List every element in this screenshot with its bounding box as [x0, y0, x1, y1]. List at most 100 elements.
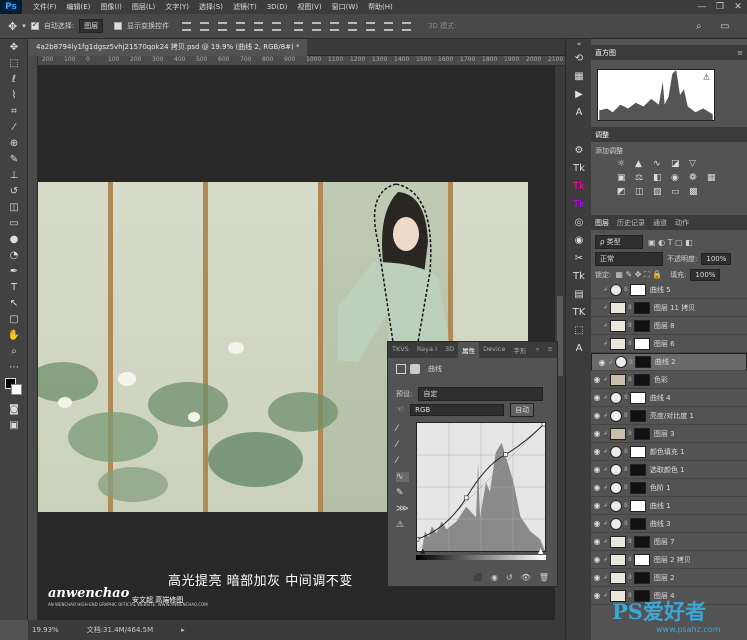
minimize-button[interactable]: —	[693, 0, 711, 14]
layer-row[interactable]: ↲ 8 图层 6	[591, 335, 747, 353]
visibility-eye-icon[interactable]: ◉	[591, 573, 603, 582]
edit-points-icon[interactable]: ∿	[396, 472, 409, 482]
layer-row[interactable]: ◉ ↲ 8 图层 3	[591, 425, 747, 443]
smooth-icon[interactable]: ⋙	[396, 504, 409, 514]
exposure-icon[interactable]: ◪	[671, 159, 687, 169]
link-chain-icon[interactable]: 8	[628, 340, 632, 347]
align-hcenter-icon[interactable]	[254, 21, 264, 31]
brush-tool-icon[interactable]: ✎	[0, 151, 28, 167]
crop-tool-icon[interactable]: ⌗	[0, 103, 28, 119]
layer-row[interactable]: ◉ ↲ 8 亮度/对比度 1	[591, 407, 747, 425]
layer-row[interactable]: ◉ ↲ 8 色阶 1	[591, 479, 747, 497]
filter-pixel-icon[interactable]: ▣ ◐ T ▢ ◧	[648, 238, 693, 247]
quick-select-tool-icon[interactable]: ⌇	[0, 87, 28, 103]
align-right-icon[interactable]	[272, 21, 282, 31]
tk-icon[interactable]: Tk	[566, 159, 592, 177]
layer-mask[interactable]	[629, 409, 646, 422]
align-bottom-icon[interactable]	[218, 21, 228, 31]
gradient-tool-icon[interactable]: ▭	[0, 215, 28, 231]
visibility-eye-icon[interactable]: ◉	[591, 519, 603, 528]
swatch-icon[interactable]: ▦	[566, 67, 592, 85]
tk-icon[interactable]: Tk	[566, 267, 592, 285]
link-chain-icon[interactable]: 8	[629, 359, 633, 366]
close-button[interactable]: ✕	[729, 0, 747, 14]
fill-input[interactable]: 100%	[690, 269, 721, 281]
menu-file[interactable]: 文件(F)	[28, 2, 62, 12]
distribute-left-icon[interactable]	[348, 21, 358, 31]
marquee-tool-icon[interactable]: ⬚	[0, 55, 28, 71]
layer-mask[interactable]	[629, 481, 646, 494]
healing-tool-icon[interactable]: ⊕	[0, 135, 28, 151]
circle-plugin-icon[interactable]: ◎	[566, 213, 592, 231]
actions-icon[interactable]: ▶	[566, 85, 592, 103]
reset-icon[interactable]: ↺	[506, 573, 513, 582]
layer-row[interactable]: ◉ ↲ 8 颜色填充 1	[591, 443, 747, 461]
tab-layers[interactable]: 图层	[595, 218, 609, 228]
link-chain-icon[interactable]: 8	[624, 466, 628, 473]
link-chain-icon[interactable]: 8	[624, 520, 628, 527]
delete-icon[interactable]: 🗑	[539, 573, 549, 582]
link-chain-icon[interactable]: 8	[628, 304, 632, 311]
clipping-warning-icon[interactable]: ⚠	[396, 520, 409, 530]
tab-raya[interactable]: Raya I	[413, 342, 441, 358]
blend-mode-dropdown[interactable]: 正常	[595, 252, 663, 266]
distribute-vcenter-icon[interactable]	[312, 21, 322, 31]
menu-type[interactable]: 文字(Y)	[160, 2, 194, 12]
menu-3d[interactable]: 3D(D)	[262, 3, 293, 11]
tools-plugin-icon[interactable]: ✂	[566, 249, 592, 267]
link-chain-icon[interactable]: 8	[628, 322, 632, 329]
white-point-icon[interactable]: ⁄	[396, 456, 409, 466]
align-top-icon[interactable]	[182, 21, 192, 31]
auto-button[interactable]: 自动	[510, 403, 535, 417]
clone-stamp-tool-icon[interactable]: ⊥	[0, 167, 28, 183]
layer-row[interactable]: ◉ ↲ 8 选取颜色 1	[591, 461, 747, 479]
tk-icon[interactable]: Tk	[566, 195, 592, 213]
menu-image[interactable]: 图像(I)	[95, 2, 127, 12]
layer-row[interactable]: ↲ 8 图层 11 拷贝	[591, 299, 747, 317]
visibility-eye-icon[interactable]: ◉	[591, 411, 603, 420]
distribute-right-icon[interactable]	[384, 21, 394, 31]
photo-filter-icon[interactable]: ◉	[671, 173, 687, 183]
link-chain-icon[interactable]: 8	[628, 376, 632, 383]
tab-channels[interactable]: 通道	[653, 218, 667, 228]
clip-to-layer-icon[interactable]: ⬛	[473, 573, 483, 582]
link-chain-icon[interactable]: 8	[628, 574, 632, 581]
layer-mask[interactable]	[633, 571, 650, 584]
layer-mask[interactable]	[633, 319, 650, 332]
plugin-icon[interactable]: ⚙	[566, 141, 592, 159]
layer-mask[interactable]	[633, 535, 650, 548]
distribute-hcenter-icon[interactable]	[366, 21, 376, 31]
layer-row[interactable]: ◉ ↲ 8 曲线 3	[591, 515, 747, 533]
more-tools-icon[interactable]: ⋯	[0, 359, 28, 375]
visibility-eye-icon[interactable]: ◉	[591, 591, 603, 600]
layer-mask[interactable]	[634, 356, 651, 368]
view-previous-icon[interactable]: ◉	[491, 573, 498, 582]
circle-plugin-icon[interactable]: ◉	[566, 231, 592, 249]
panel-menu-icon[interactable]: ≡	[737, 49, 747, 57]
layer-mask[interactable]	[633, 553, 650, 566]
visibility-eye-icon[interactable]: ◉	[596, 358, 608, 367]
quick-mask-icon[interactable]: ◙	[0, 401, 28, 417]
layer-row[interactable]: ◉ ↲ 8 图层 2 拷贝	[591, 551, 747, 569]
link-chain-icon[interactable]: 8	[624, 286, 628, 293]
layer-row[interactable]: ↲ 8 曲线 5	[591, 281, 747, 299]
layer-mask[interactable]	[629, 463, 646, 476]
tab-adjustments[interactable]: 调整	[595, 130, 609, 140]
link-chain-icon[interactable]: 8	[624, 412, 628, 419]
invert-icon[interactable]: ◩	[617, 187, 633, 197]
channel-mixer-icon[interactable]: ❁	[689, 173, 705, 183]
screen-mode-icon[interactable]: ▣	[0, 417, 28, 433]
hand-tool-icon[interactable]: ✋	[0, 327, 28, 343]
lookup-icon[interactable]: ▦	[707, 173, 723, 183]
panel-menu-icon[interactable]: ≡	[544, 342, 557, 358]
menu-layer[interactable]: 图层(L)	[127, 2, 160, 12]
dropdown-arrow-icon[interactable]: ▾	[22, 22, 26, 30]
menu-select[interactable]: 选择(S)	[194, 2, 228, 12]
pencil-icon[interactable]: ✎	[396, 488, 409, 498]
layer-row[interactable]: ◉ ↲ 8 曲线 4	[591, 389, 747, 407]
tab-history[interactable]: 历史记录	[617, 218, 645, 228]
menu-view[interactable]: 视图(V)	[292, 2, 326, 12]
link-chain-icon[interactable]: 8	[628, 430, 632, 437]
black-slider-icon[interactable]: ▲	[420, 547, 425, 555]
pen-tool-icon[interactable]: ✒	[0, 263, 28, 279]
